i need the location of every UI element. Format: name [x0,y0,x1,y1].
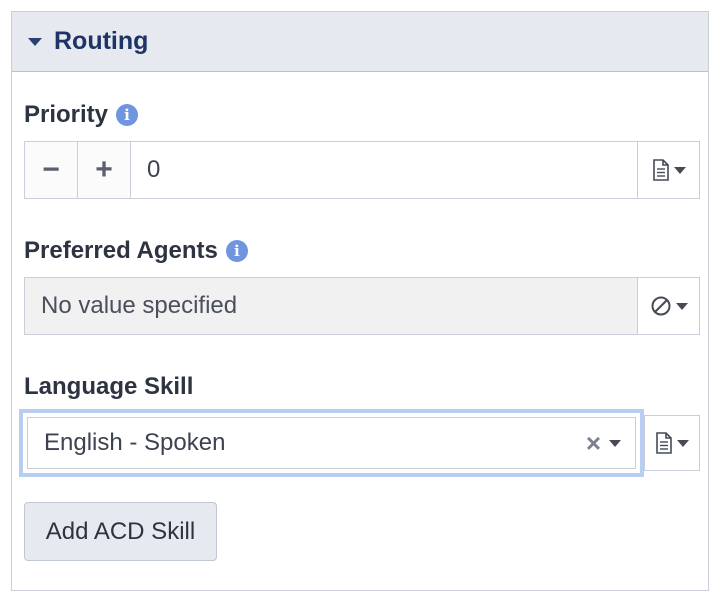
add-acd-skill-button[interactable]: Add ACD Skill [24,502,217,561]
priority-label: Priority [24,101,109,128]
no-value-icon [651,296,670,316]
priority-input[interactable]: 0 [131,142,637,198]
panel-title: Routing [54,27,149,55]
document-icon [656,432,672,454]
priority-label-row: Priority i [24,101,139,129]
clear-icon[interactable]: × [586,428,601,459]
language-skill-select-focus-ring: English - Spoken × [19,409,644,477]
language-skill-label-row: Language Skill [24,373,193,401]
preferred-agents-field: No value specified [24,277,700,335]
info-icon[interactable]: i [116,104,139,126]
priority-stepper: − + 0 [24,141,700,199]
document-icon [652,159,669,181]
routing-panel: Routing Priority i − + 0 Preferred Agent… [11,11,709,591]
routing-panel-header[interactable]: Routing [12,12,708,72]
chevron-down-icon [677,439,689,447]
caret-down-icon [28,37,42,46]
chevron-down-icon [675,302,688,310]
language-skill-label: Language Skill [24,373,194,400]
language-skill-select[interactable]: English - Spoken × [27,417,636,469]
preferred-agents-value: No value specified [41,292,238,319]
increment-button[interactable]: + [78,142,131,198]
language-skill-value-type-button[interactable] [644,415,700,471]
preferred-agents-label: Preferred Agents [24,237,218,264]
preferred-agents-value-type-button[interactable] [637,278,699,334]
priority-value-type-button[interactable] [637,142,699,198]
language-skill-value: English - Spoken [44,429,226,456]
chevron-down-icon[interactable] [609,439,621,447]
preferred-agents-label-row: Preferred Agents i [24,237,248,265]
info-icon[interactable]: i [225,240,248,262]
chevron-down-icon [673,166,686,174]
decrement-button[interactable]: − [25,142,78,198]
